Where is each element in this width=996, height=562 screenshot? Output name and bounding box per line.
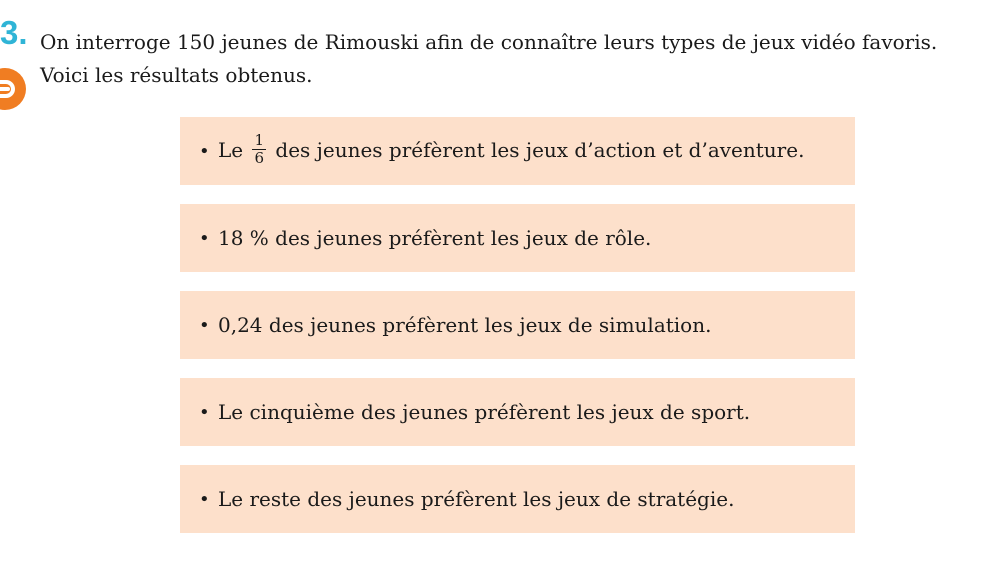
question-intro: On interroge 150 jeunes de Rimouski afin… [40, 26, 990, 92]
fraction-one-sixth: 1 6 [252, 130, 267, 167]
result-text-after: des jeunes préfèrent les jeux d’action e… [275, 137, 805, 162]
result-item-action: • Le 1 6 des jeunes préfèrent les jeux d… [180, 117, 855, 185]
result-item-role: • 18 % des jeunes préfèrent les jeux de … [180, 204, 855, 272]
orange-circle-icon [0, 68, 26, 110]
result-text: Le cinquième des jeunes préfèrent les je… [218, 400, 751, 424]
result-item-strategy: • Le reste des jeunes préfèrent les jeux… [180, 465, 855, 533]
fraction-numerator: 1 [252, 130, 267, 150]
fraction-denominator: 6 [254, 148, 265, 167]
result-text: Le 1 6 des jeunes préfèrent les jeux d’a… [218, 130, 805, 169]
intro-line-1: On interroge 150 jeunes de Rimouski afin… [40, 30, 938, 54]
result-text: 0,24 des jeunes préfèrent les jeux de si… [218, 313, 712, 337]
result-text: Le reste des jeunes préfèrent les jeux d… [218, 487, 735, 511]
bullet: • [199, 140, 210, 162]
question-number: 3. [0, 14, 28, 51]
bullet: • [199, 401, 210, 423]
bullet: • [199, 314, 210, 336]
result-item-simulation: • 0,24 des jeunes préfèrent les jeux de … [180, 291, 855, 359]
result-item-sport: • Le cinquième des jeunes préfèrent les … [180, 378, 855, 446]
intro-line-2: Voici les résultats obtenus. [40, 63, 313, 87]
bullet: • [199, 488, 210, 510]
result-text-before: Le [218, 137, 244, 162]
result-text: 18 % des jeunes préfèrent les jeux de rô… [218, 226, 652, 250]
results-list: • Le 1 6 des jeunes préfèrent les jeux d… [180, 117, 855, 552]
bullet: • [199, 227, 210, 249]
